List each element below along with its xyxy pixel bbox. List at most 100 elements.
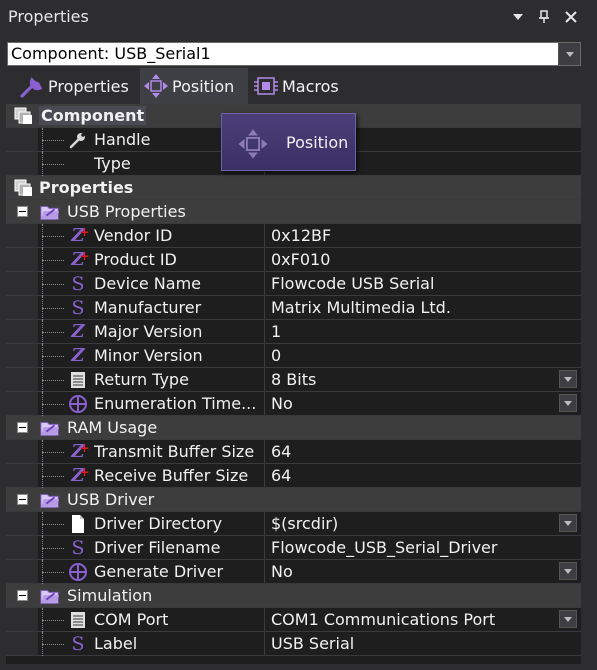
property-value[interactable]: Flowcode_USB_Serial_Driver <box>271 538 497 557</box>
tab-properties[interactable]: Properties <box>16 68 140 104</box>
tree-line <box>42 284 64 285</box>
property-name: Vendor ID <box>94 226 173 245</box>
column-divider <box>264 368 265 392</box>
tab-position[interactable]: Position <box>140 68 248 104</box>
property-row[interactable]: Z + Receive Buffer Size 64 <box>6 464 581 488</box>
property-row[interactable]: Driver Directory $(srcdir) <box>6 512 581 536</box>
crosshair-icon <box>68 394 88 414</box>
value-dropdown-button[interactable] <box>559 394 577 412</box>
row-gutter <box>6 128 38 151</box>
chevron-down-icon <box>513 14 523 20</box>
group-row[interactable]: RAM Usage <box>6 416 581 440</box>
collapse-icon[interactable] <box>17 590 28 601</box>
panel-title: Properties <box>8 7 89 26</box>
property-value[interactable]: 0x12BF <box>271 226 331 245</box>
property-row[interactable]: Z + Transmit Buffer Size 64 <box>6 440 581 464</box>
row-gutter <box>6 464 38 487</box>
value-dropdown-button[interactable] <box>559 562 577 580</box>
row-gutter <box>6 320 38 343</box>
chevron-down-icon <box>564 520 572 526</box>
z-plus-icon: Z + <box>71 465 90 486</box>
property-value[interactable]: No <box>271 394 293 413</box>
tree-line <box>42 524 64 525</box>
property-row[interactable]: Z + Vendor ID 0x12BF <box>6 224 581 248</box>
chevron-down-icon <box>565 51 574 57</box>
category-row[interactable]: Properties <box>6 176 581 200</box>
property-row[interactable]: Generate Driver No <box>6 560 581 584</box>
component-selector-dropdown[interactable] <box>558 43 580 65</box>
row-gutter <box>6 248 38 271</box>
property-row[interactable]: Z Major Version 1 <box>6 320 581 344</box>
group-label: USB Properties <box>67 202 186 221</box>
list-icon <box>68 370 88 390</box>
property-value[interactable]: Matrix Multimedia Ltd. <box>271 298 451 317</box>
s-icon: S <box>71 633 85 655</box>
close-button[interactable] <box>560 6 582 28</box>
group-label: USB Driver <box>67 490 155 509</box>
value-dropdown-button[interactable] <box>559 610 577 628</box>
chevron-down-icon <box>564 616 572 622</box>
collapse-icon[interactable] <box>17 206 28 217</box>
tab-macros-label: Macros <box>282 76 339 96</box>
property-name: Handle <box>94 130 151 149</box>
property-value[interactable]: $(srcdir) <box>271 514 338 533</box>
value-dropdown-button[interactable] <box>559 514 577 532</box>
column-divider <box>264 560 265 584</box>
property-value[interactable]: 0xF010 <box>271 250 330 269</box>
property-value[interactable]: Flowcode USB Serial <box>271 274 434 293</box>
property-row[interactable]: Z Minor Version 0 <box>6 344 581 368</box>
property-name: Manufacturer <box>94 298 202 317</box>
pin-button[interactable] <box>533 6 555 28</box>
chevron-down-icon <box>564 376 572 382</box>
s-icon: S <box>71 297 85 319</box>
property-row[interactable]: Enumeration Time... No <box>6 392 581 416</box>
move-arrows-icon <box>238 129 268 159</box>
row-gutter <box>6 392 38 415</box>
tree-line <box>42 404 64 405</box>
panel-menu-button[interactable] <box>507 6 529 28</box>
property-value[interactable]: COM1 Communications Port <box>271 610 495 629</box>
property-value[interactable]: USB Serial <box>271 634 354 653</box>
property-name: Product ID <box>94 250 177 269</box>
move-arrows-icon <box>140 70 172 102</box>
folder-open-icon <box>40 418 60 438</box>
close-icon <box>565 11 577 23</box>
property-row[interactable]: S Driver Filename Flowcode_USB_Serial_Driv… <box>6 536 581 560</box>
category-label: Component <box>39 106 147 125</box>
value-dropdown-button[interactable] <box>559 370 577 388</box>
collapse-icon[interactable] <box>17 494 28 505</box>
property-row[interactable]: COM Port COM1 Communications Port <box>6 608 581 632</box>
property-row[interactable]: S Label USB Serial <box>6 632 581 656</box>
property-value[interactable]: 8 Bits <box>271 370 316 389</box>
group-row[interactable]: USB Driver <box>6 488 581 512</box>
tab-drag-preview: Position <box>221 113 356 171</box>
property-value[interactable]: No <box>271 562 293 581</box>
z-icon: Z <box>71 321 85 342</box>
column-divider <box>264 536 265 560</box>
tree-line <box>42 236 64 237</box>
tab-macros[interactable]: Macros <box>250 68 350 104</box>
property-name: Return Type <box>94 370 189 389</box>
property-value[interactable]: 0 <box>271 346 281 365</box>
component-selector[interactable]: Component: USB_Serial1 <box>7 42 581 66</box>
group-row[interactable]: USB Properties <box>6 200 581 224</box>
property-row[interactable]: S Device Name Flowcode USB Serial <box>6 272 581 296</box>
collapse-icon[interactable] <box>17 422 28 433</box>
tree-line <box>42 332 64 333</box>
tree-line <box>42 452 64 453</box>
group-row[interactable]: Simulation <box>6 584 581 608</box>
property-row[interactable]: Return Type 8 Bits <box>6 368 581 392</box>
group-label: Simulation <box>67 586 153 605</box>
z-icon: Z <box>71 345 85 366</box>
row-gutter <box>6 368 38 391</box>
tab-drag-preview-label: Position <box>286 133 349 152</box>
property-row[interactable]: Z + Product ID 0xF010 <box>6 248 581 272</box>
file-icon <box>68 514 88 534</box>
property-name: Driver Directory <box>94 514 223 533</box>
property-value[interactable]: 64 <box>271 466 291 485</box>
column-divider <box>264 248 265 272</box>
property-value[interactable]: 1 <box>271 322 281 341</box>
property-row[interactable]: S Manufacturer Matrix Multimedia Ltd. <box>6 296 581 320</box>
tree-line <box>42 140 64 141</box>
property-value[interactable]: 64 <box>271 442 291 461</box>
